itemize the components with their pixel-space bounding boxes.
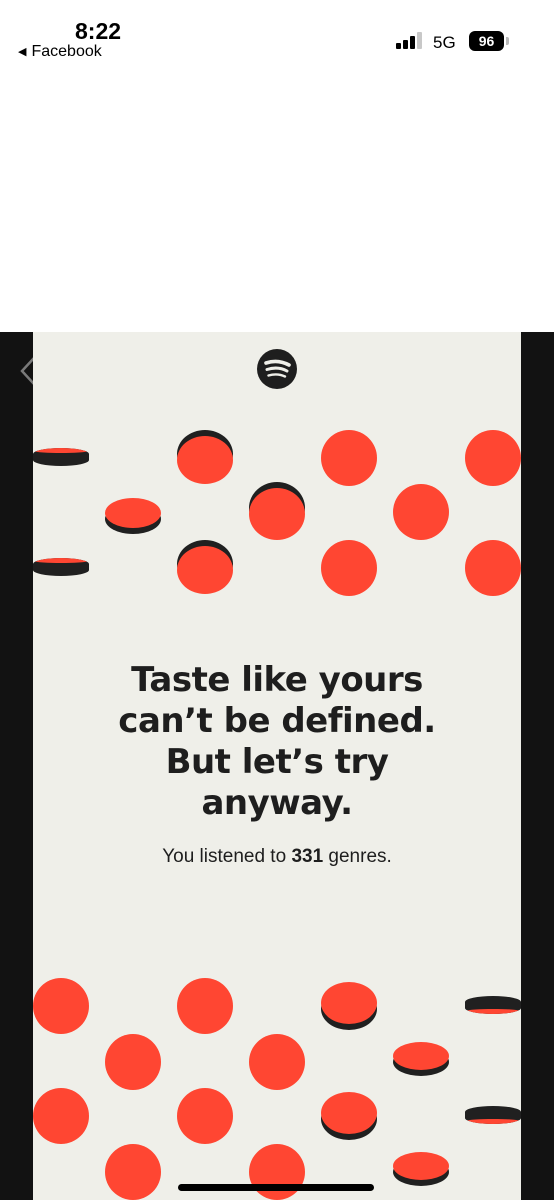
back-triangle-icon: ◀ [18, 46, 27, 58]
disc-edge [33, 448, 89, 466]
disc [465, 430, 521, 486]
headline-line-4: anyway. [201, 783, 353, 823]
disc [33, 978, 89, 1034]
battery-icon: 96 [469, 31, 504, 51]
back-app-label: Facebook [31, 43, 102, 60]
disc [177, 978, 233, 1034]
disc [105, 1144, 161, 1200]
network-type: 5G [433, 33, 456, 52]
disc [105, 1034, 161, 1090]
home-indicator[interactable] [178, 1184, 374, 1191]
disc [321, 1092, 377, 1134]
genre-count: 331 [291, 846, 324, 867]
disc [105, 498, 161, 528]
story-headline: Taste like yours can’t be defined. But l… [33, 660, 521, 824]
back-to-app-link[interactable]: ◀ Facebook [18, 43, 102, 61]
sub-suffix: genres. [323, 846, 392, 867]
disc [177, 436, 233, 484]
disc [393, 1042, 449, 1070]
disc [177, 1088, 233, 1144]
status-time: 8:22 [75, 18, 122, 44]
disc [393, 1152, 449, 1180]
cellular-signal-icon [396, 31, 424, 49]
disc [249, 488, 305, 540]
disc [249, 1144, 305, 1200]
disc [33, 1088, 89, 1144]
status-bar: 8:22 ◀ Facebook 5G 96 [0, 0, 554, 70]
disc [249, 1034, 305, 1090]
headline-line-2: can’t be defined. [118, 701, 436, 741]
disc [393, 484, 449, 540]
disc [465, 540, 521, 596]
headline-line-1: Taste like yours [131, 660, 423, 700]
disc-edge [33, 558, 89, 576]
disc [321, 982, 377, 1024]
sub-prefix: You listened to [162, 846, 292, 867]
battery-cap [506, 37, 509, 45]
spotify-logo-icon [257, 349, 297, 389]
headline-line-3: But let’s try [165, 742, 389, 782]
disc [321, 540, 377, 596]
disc-edge [465, 996, 521, 1014]
disc-edge [465, 1106, 521, 1124]
genre-count-text: You listened to 331 genres. [33, 846, 521, 868]
disc [321, 430, 377, 486]
story-viewer: Taste like yours can’t be defined. But l… [0, 332, 554, 1200]
disc [177, 546, 233, 594]
genre-story-card: Taste like yours can’t be defined. But l… [33, 332, 521, 1200]
